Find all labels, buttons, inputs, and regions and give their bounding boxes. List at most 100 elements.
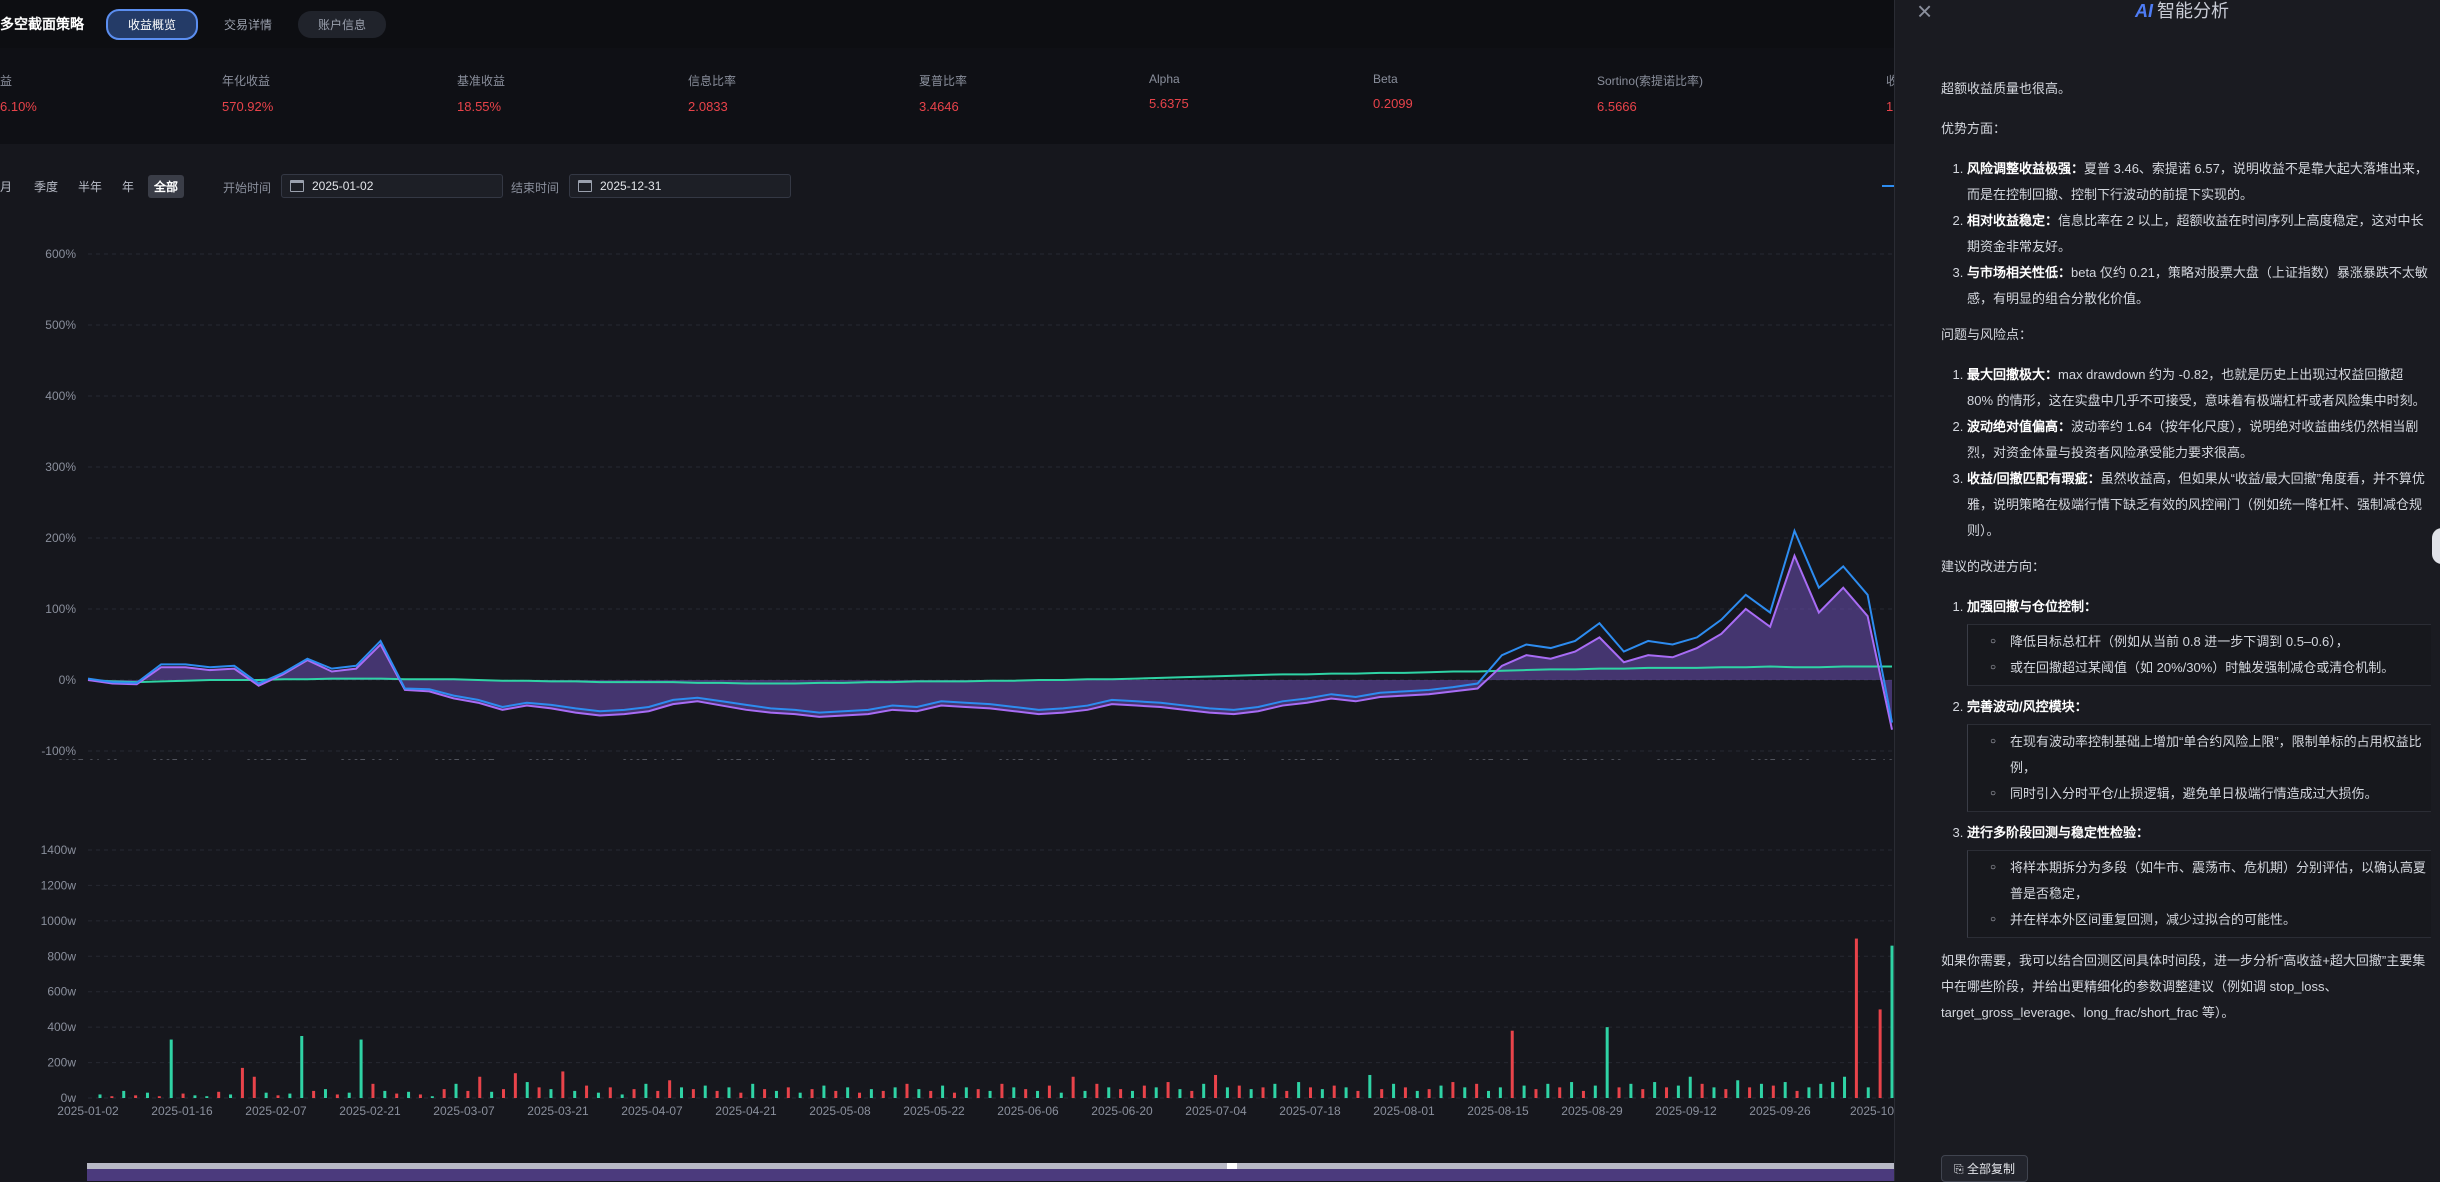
zoom-slider[interactable] xyxy=(87,1163,1894,1181)
volume-bar xyxy=(513,1073,517,1098)
volume-bar xyxy=(145,1092,149,1098)
volume-bar xyxy=(1819,1083,1823,1098)
y-tick-label: 200% xyxy=(45,531,76,545)
y-tick-label: 400% xyxy=(45,389,76,403)
volume-bar xyxy=(1190,1090,1194,1098)
x-tick-label: 2025-01-16 xyxy=(151,1104,213,1118)
volume-bar xyxy=(229,1094,233,1098)
y-tick-label: 500% xyxy=(45,318,76,332)
volume-bar xyxy=(217,1091,221,1098)
volume-bar xyxy=(1854,938,1858,1098)
start-date-input[interactable]: 2025-01-02 xyxy=(281,174,503,198)
volume-bar xyxy=(834,1090,838,1098)
volume-bar xyxy=(1154,1087,1158,1098)
tab-overview[interactable]: 收益概览 xyxy=(106,8,199,40)
analysis-content: 超额收益质量也很高。 优势方面： 风险调整收益极强：夏普 3.46、索提诺 6.… xyxy=(1941,76,2431,1040)
volume-bar xyxy=(1463,1087,1467,1098)
zoom-slider-handle[interactable] xyxy=(1227,1163,1237,1169)
metric-beta: Beta 0.2099 xyxy=(1373,72,1413,111)
volume-bar xyxy=(1688,1076,1692,1098)
volume-bar xyxy=(1593,1085,1597,1098)
volume-bar xyxy=(1617,1087,1621,1098)
sub-list-item: 在现有波动率控制基础上增加“单合约风险上限”，限制单标的占用权益比例， xyxy=(1990,729,2431,781)
metric-label: Sortino(索提诺比率) xyxy=(1597,74,1704,88)
volume-bar xyxy=(1297,1082,1301,1098)
volume-bar xyxy=(1439,1085,1443,1098)
volume-bar xyxy=(774,1090,778,1098)
copy-icon: ⎘ xyxy=(1954,1162,1967,1176)
volume-bar xyxy=(715,1090,719,1098)
risks-list: 最大回撤极大：max drawdown 约为 -0.82，也就是历史上出现过权益… xyxy=(1941,362,2431,544)
legend-line-marker xyxy=(1882,185,1894,187)
volume-bar xyxy=(632,1089,636,1098)
period-month-button[interactable]: 月 xyxy=(0,178,12,195)
volume-bar xyxy=(1641,1089,1645,1098)
item-title: 收益/回撤匹配有瑕疵： xyxy=(1967,471,2101,486)
volume-bar xyxy=(454,1083,458,1098)
volume-bar xyxy=(1059,1092,1063,1098)
copy-all-button[interactable]: ⎘ 全部复制 xyxy=(1941,1155,2028,1182)
volume-bar xyxy=(1522,1085,1526,1098)
volume-bar xyxy=(1095,1083,1099,1098)
panel-title-text: 智能分析 xyxy=(2157,1,2229,21)
list-item: 加强回撤与仓位控制： 降低目标总杠杆（例如从当前 0.8 进一步下调到 0.5–… xyxy=(1967,594,2431,686)
volume-bar xyxy=(1000,1083,1004,1098)
x-tick-label: 2025-06-20 xyxy=(1091,757,1153,760)
volume-bar xyxy=(1237,1085,1241,1098)
metric-label: 信息比率 xyxy=(688,74,737,88)
volume-bar xyxy=(1546,1083,1550,1098)
metric-label: 基准收益 xyxy=(457,74,506,88)
volume-bar xyxy=(478,1076,482,1098)
x-tick-label: 2025-04-07 xyxy=(621,1104,683,1118)
advantages-list: 风险调整收益极强：夏普 3.46、索提诺 6.57，说明收益不是靠大起大落堆出来… xyxy=(1941,156,2431,312)
volume-bar xyxy=(739,1092,743,1098)
volume-bar xyxy=(1392,1083,1396,1098)
volume-bar xyxy=(1736,1080,1740,1098)
volume-bar xyxy=(1510,1030,1514,1098)
tab-account-info[interactable]: 账户信息 xyxy=(298,10,387,38)
x-tick-label: 2025-01-02 xyxy=(57,757,119,760)
x-tick-label: 2025-08-15 xyxy=(1467,757,1529,760)
volume-bar xyxy=(585,1085,589,1098)
y-tick-label: 800w xyxy=(47,949,76,963)
y-tick-label: 300% xyxy=(45,460,76,474)
volume-bar xyxy=(347,1092,351,1098)
x-tick-label: 2025-03-21 xyxy=(527,757,589,760)
item-title: 风险调整收益极强： xyxy=(1967,161,2085,176)
volume-bar xyxy=(1676,1085,1680,1098)
risks-heading: 问题与风险点： xyxy=(1941,327,2033,342)
end-date-input[interactable]: 2025-12-31 xyxy=(569,174,791,198)
x-tick-label: 2025-02-21 xyxy=(339,1104,401,1118)
x-tick-label: 2025-02-07 xyxy=(245,757,307,760)
period-halfyear-button[interactable]: 半年 xyxy=(78,178,102,195)
x-tick-label: 2025-03-07 xyxy=(433,1104,495,1118)
tab-trade-details[interactable]: 交易详情 xyxy=(204,11,292,38)
volume-bar xyxy=(501,1089,505,1098)
period-year-button[interactable]: 年 xyxy=(122,178,134,195)
x-tick-label: 2025-10- xyxy=(1850,1104,1894,1118)
volume-bar xyxy=(1107,1087,1111,1098)
start-date-value: 2025-01-02 xyxy=(312,179,374,193)
period-all-button[interactable]: 全部 xyxy=(148,175,185,198)
metric-value: 5.6375 xyxy=(1149,96,1189,111)
item-title: 进行多阶段回测与稳定性检验： xyxy=(1967,825,2150,840)
volume-bar xyxy=(1558,1087,1562,1098)
volume-bar xyxy=(798,1092,802,1098)
x-tick-label: 2025-06-06 xyxy=(997,757,1059,760)
volume-bar xyxy=(1225,1087,1229,1098)
period-quarter-button[interactable]: 季度 xyxy=(34,178,58,195)
x-tick-label: 2025-10- xyxy=(1850,757,1894,760)
volume-bar xyxy=(1202,1083,1206,1098)
volume-bar xyxy=(1783,1082,1787,1098)
metric-label: 益 xyxy=(0,74,13,88)
volume-bar xyxy=(418,1094,422,1098)
close-icon[interactable]: × xyxy=(1917,0,1932,27)
end-date-label: 结束时间 xyxy=(511,181,560,195)
volume-bar xyxy=(490,1091,494,1098)
intro-text: 超额收益质量也很高。 xyxy=(1941,81,2072,96)
metric-label: 夏普比率 xyxy=(919,74,968,88)
item-title: 与市场相关性低： xyxy=(1967,265,2072,280)
panel-collapse-handle[interactable] xyxy=(2432,528,2440,564)
metric-annual-return: 年化收益 570.92% xyxy=(222,72,273,114)
volume-bar xyxy=(1036,1090,1040,1098)
